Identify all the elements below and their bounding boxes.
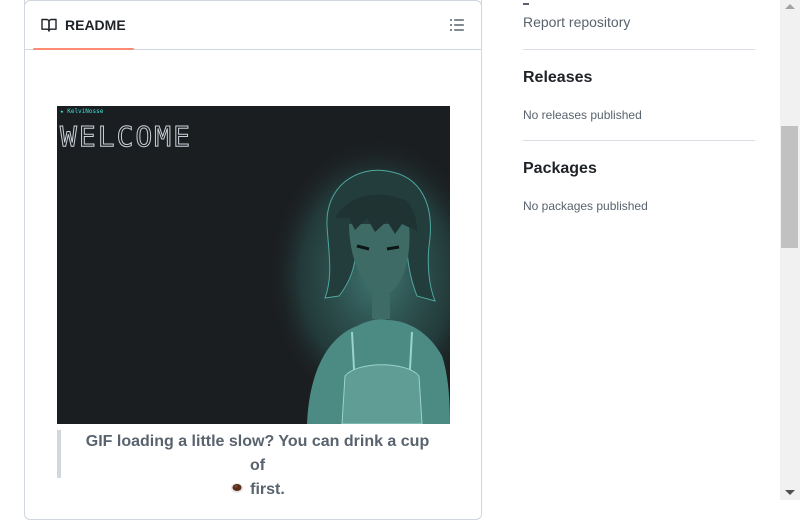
tab-readme-label: README — [65, 16, 126, 33]
releases-empty-text: No releases published — [523, 108, 642, 122]
sidebar-divider — [523, 49, 755, 50]
packages-empty-text: No packages published — [523, 199, 648, 213]
readme-header: README — [25, 0, 481, 50]
sidebar-divider — [523, 140, 755, 141]
readme-hero-image: ★ KelviNosse WELCOME — [57, 106, 450, 424]
releases-heading[interactable]: Releases — [523, 69, 592, 87]
list-unordered-icon[interactable] — [449, 17, 465, 33]
scroll-up-arrow-icon[interactable] — [785, 4, 795, 9]
caption-line-2: first. — [85, 478, 430, 502]
book-icon — [41, 17, 57, 33]
tab-readme[interactable]: README — [33, 0, 134, 50]
anime-girl-illustration — [267, 136, 450, 424]
readme-caption: GIF loading a little slow? You can drink… — [57, 430, 450, 498]
packages-heading[interactable]: Packages — [523, 160, 597, 178]
report-repository-link[interactable]: Report repository — [523, 14, 630, 30]
scrollbar-thumb[interactable] — [781, 126, 798, 248]
coffee-icon — [230, 478, 244, 502]
caption-line-2-text: first. — [250, 481, 285, 499]
page-scrollbar[interactable] — [780, 0, 800, 500]
caption-line-1: GIF loading a little slow? You can drink… — [85, 433, 430, 474]
scroll-down-arrow-icon[interactable] — [785, 490, 795, 495]
flag-icon-partial — [523, 0, 529, 5]
